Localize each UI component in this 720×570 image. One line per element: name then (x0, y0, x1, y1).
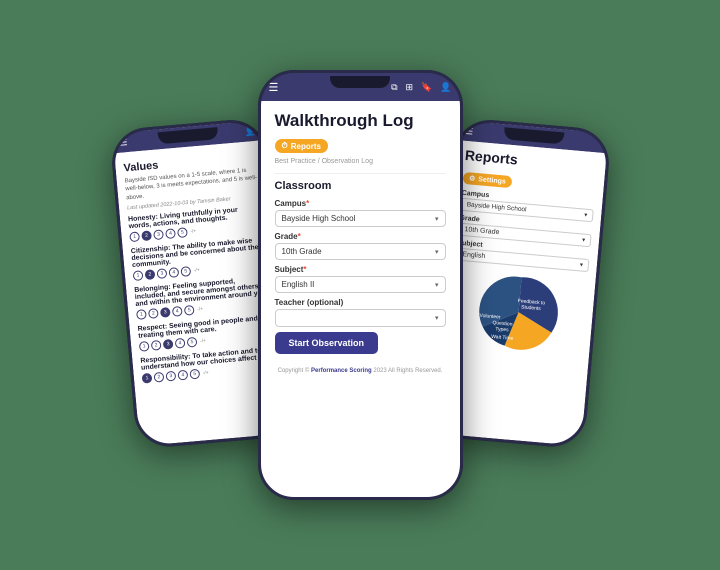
phones-container: ☰ Factors 👤 Values Bayside ISD values on… (103, 70, 618, 500)
section-title: Classroom (275, 180, 446, 192)
rating-resp-sublabel: -/+ (202, 370, 208, 376)
subject-chevron: ▾ (435, 281, 439, 289)
breadcrumb-part2: Observation Log (322, 158, 373, 165)
rating-1[interactable]: 1 (129, 232, 140, 243)
pie-chart-container: Feedback to Students Wait Time Volunteer… (448, 267, 587, 358)
rating-b-sublabel: -/+ (196, 306, 202, 312)
rating-c3[interactable]: 3 (156, 268, 167, 279)
rating-2[interactable]: 2 (141, 231, 152, 242)
rating-b2[interactable]: 2 (147, 308, 158, 319)
grade-chevron: ▾ (435, 248, 439, 256)
right-hamburger-icon[interactable]: ☰ (464, 125, 473, 137)
footer-brand: Performance Scoring (311, 368, 372, 374)
center-grid-icon[interactable]: ⊞ (406, 82, 414, 93)
rating-4[interactable]: 4 (165, 228, 176, 239)
value-item-belonging: Belonging: Feeling supported, included, … (134, 276, 269, 320)
teacher-label: Teacher (optional) (275, 298, 446, 307)
center-phone-screen: ☰ ⧉ ⊞ 🔖 👤 Walkthrough Log ⏱ Reports Best… (261, 73, 460, 497)
rating-r2[interactable]: 2 (150, 340, 161, 351)
rating-r-sublabel: -/+ (199, 338, 205, 344)
rating-c-sublabel: -/+ (193, 267, 199, 273)
campus-group: Campus* Bayside High School ▾ (275, 199, 446, 227)
center-hamburger-icon[interactable]: ☰ (269, 81, 279, 94)
rating-b4[interactable]: 4 (171, 306, 182, 317)
reports-icon: ⏱ (282, 141, 288, 151)
right-grade-chevron: ▾ (581, 236, 585, 243)
rating-resp3[interactable]: 3 (165, 371, 176, 382)
value-item-citizenship: Citizenship: The ability to make wise de… (130, 237, 265, 281)
right-subject-chevron: ▾ (579, 261, 583, 268)
center-filter-icon[interactable]: ⧉ (391, 82, 397, 93)
value-item-honesty: Honesty: Living truthfully in your words… (127, 205, 262, 242)
grade-required: * (298, 232, 301, 241)
breadcrumb-part1: Best Practice (275, 158, 316, 165)
rating-resp1[interactable]: 1 (141, 373, 152, 384)
grade-group: Grade* 10th Grade ▾ (275, 232, 446, 260)
user-icon: 👤 (244, 125, 256, 137)
right-campus-chevron: ▾ (583, 212, 587, 219)
footer: Copyright © Performance Scoring 2023 All… (261, 364, 460, 378)
settings-badge-label: Settings (477, 176, 505, 185)
right-subject-value: English (462, 251, 485, 260)
subject-group: Subject* English II ▾ (275, 265, 446, 293)
center-phone-notch (330, 76, 390, 88)
rating-r1[interactable]: 1 (138, 341, 149, 352)
grade-select[interactable]: 10th Grade ▾ (275, 243, 446, 260)
walkthrough-title: Walkthrough Log (275, 111, 446, 131)
rating-resp5[interactable]: 5 (189, 369, 200, 380)
right-campus-value: Bayside High School (466, 201, 526, 213)
reports-badge-label: Reports (291, 142, 321, 151)
campus-chevron: ▾ (435, 215, 439, 223)
right-grade-value: 10th Grade (464, 226, 500, 236)
grade-value: 10th Grade (282, 247, 322, 256)
right-content: Reports ⚙ Settings Campus Bayside High S… (439, 140, 606, 364)
subject-select[interactable]: English II ▾ (275, 276, 446, 293)
center-user-icon[interactable]: 👤 (440, 82, 451, 93)
campus-select[interactable]: Bayside High School ▾ (275, 210, 446, 227)
rating-r4[interactable]: 4 (174, 338, 185, 349)
rating-c4[interactable]: 4 (168, 267, 179, 278)
value-item-responsibility: Responsibility: To take action and to un… (140, 346, 275, 383)
subject-label: Subject* (275, 265, 446, 274)
subject-required: * (303, 265, 306, 274)
value-item-respect: Respect: Seeing good in people and treat… (137, 314, 272, 351)
reports-badge[interactable]: ⏱ Reports (275, 139, 328, 153)
settings-icon: ⚙ (468, 174, 475, 183)
breadcrumb: Best Practice / Observation Log (275, 158, 446, 165)
start-observation-button[interactable]: Start Observation (275, 332, 379, 354)
settings-badge[interactable]: ⚙ Settings (462, 172, 512, 188)
rating-c1[interactable]: 1 (132, 270, 143, 281)
rating-3[interactable]: 3 (153, 229, 164, 240)
rating-sublabel: -/+ (190, 229, 196, 235)
campus-value: Bayside High School (282, 214, 356, 223)
rating-r5[interactable]: 5 (186, 337, 197, 348)
teacher-select[interactable]: ▾ (275, 309, 446, 327)
center-bookmark-icon[interactable]: 🔖 (421, 82, 432, 93)
teacher-chevron: ▾ (435, 314, 439, 322)
rating-resp2[interactable]: 2 (153, 372, 164, 383)
campus-label: Campus* (275, 199, 446, 208)
teacher-group: Teacher (optional) ▾ (275, 298, 446, 327)
rating-5[interactable]: 5 (177, 227, 188, 238)
divider (275, 173, 446, 174)
rating-b3[interactable]: 3 (159, 307, 170, 318)
campus-required: * (306, 199, 309, 208)
grade-label: Grade* (275, 232, 446, 241)
center-phone: ☰ ⧉ ⊞ 🔖 👤 Walkthrough Log ⏱ Reports Best… (258, 70, 463, 500)
center-content: Walkthrough Log ⏱ Reports Best Practice … (261, 101, 460, 364)
pie-chart: Feedback to Students Wait Time Volunteer… (464, 268, 571, 356)
hamburger-icon[interactable]: ☰ (118, 137, 127, 149)
rating-b1[interactable]: 1 (136, 309, 147, 320)
rating-b5[interactable]: 5 (183, 305, 194, 316)
pie-label-questiontypes2: Types (494, 326, 508, 333)
subject-value: English II (282, 280, 315, 289)
rating-c5[interactable]: 5 (180, 266, 191, 277)
rating-c2[interactable]: 2 (144, 269, 155, 280)
rating-r3[interactable]: 3 (162, 339, 173, 350)
rating-resp4[interactable]: 4 (177, 370, 188, 381)
reports-title: Reports (464, 147, 598, 175)
pie-label-waittime: Wait Time (490, 334, 513, 342)
